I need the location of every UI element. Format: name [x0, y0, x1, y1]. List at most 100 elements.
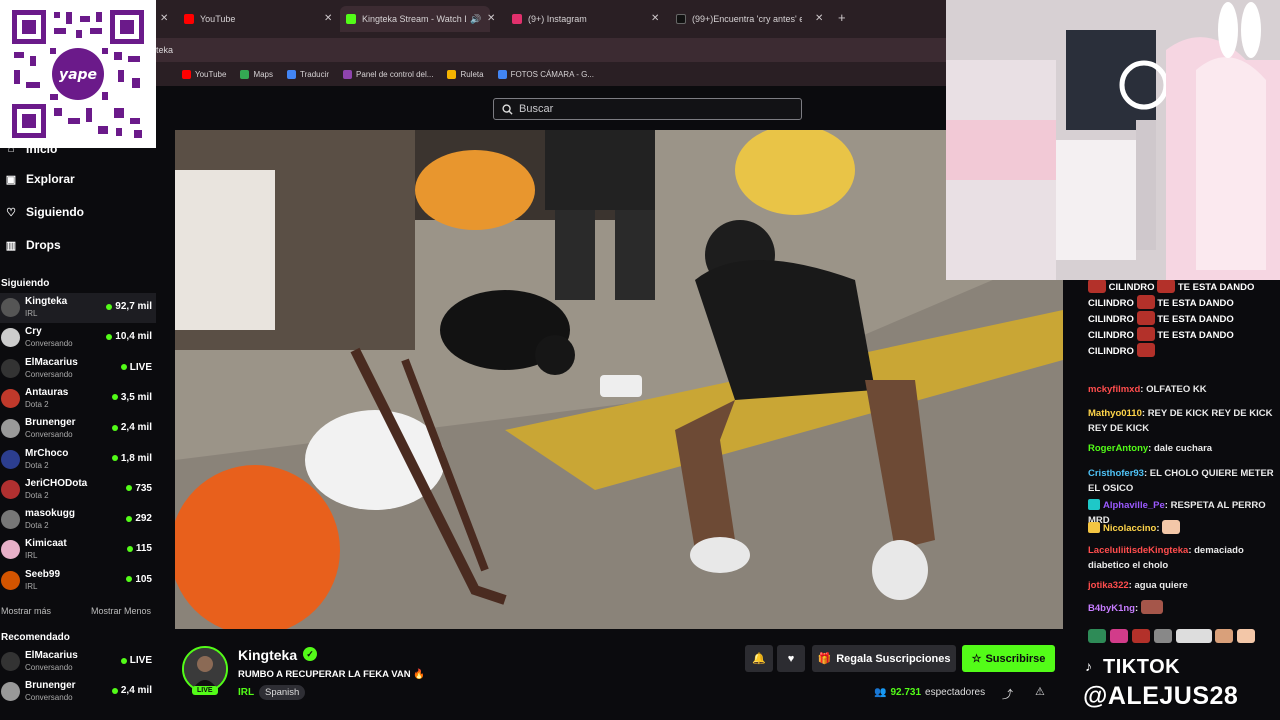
chat-username[interactable]: LaceluliitisdeKingteka — [1088, 545, 1188, 556]
channel-avatar — [1, 449, 20, 469]
chat-message: mckyfilmxd: OLFATEO KK — [1088, 382, 1280, 397]
tab-youtube[interactable]: YouTube — [184, 6, 324, 32]
tab-close-icon[interactable]: ✕ — [160, 13, 168, 24]
channel-name: ElMacarius — [25, 650, 78, 661]
bookmark-youtube[interactable]: YouTube — [182, 69, 226, 79]
chat-username[interactable]: jotika322 — [1088, 580, 1129, 591]
address-bar[interactable]: teka — [156, 38, 946, 62]
report-icon[interactable]: ⚠ — [1035, 685, 1045, 698]
channel-name: Brunenger — [25, 680, 76, 692]
channel-row-brunenger[interactable]: Brunenger Conversando 2,4 mil — [0, 414, 156, 444]
bookmark-traducir[interactable]: Traducir — [287, 69, 329, 79]
channel-viewers: 105 — [126, 574, 152, 585]
channel-viewers: 115 — [126, 543, 152, 554]
channel-row-jerichodota[interactable]: JeriCHODota Dota 2 735 — [0, 475, 156, 505]
channel-name: Cry — [25, 326, 42, 338]
tab-close-icon[interactable]: ✕ — [324, 13, 332, 24]
channel-avatar — [1, 682, 20, 702]
search-input[interactable] — [519, 103, 779, 115]
chat-username[interactable]: Nicolaccino — [1103, 523, 1156, 534]
chat-username[interactable]: Alphaville_Pe — [1103, 500, 1165, 511]
chat-message: Cristhofer93: EL CHOLO QUIERE METER EL O… — [1088, 466, 1280, 496]
instagram-favicon-icon — [512, 14, 522, 24]
tab-instagram[interactable]: (9+) Instagram — [512, 6, 652, 32]
nav-explorar[interactable]: ▣ Explorar — [4, 172, 75, 186]
channel-row-antauras[interactable]: Antauras Dota 2 3,5 mil — [0, 384, 156, 414]
live-dot-icon — [126, 485, 133, 492]
search-bar[interactable] — [493, 98, 802, 120]
chat-username[interactable]: Mathyo0110 — [1088, 408, 1142, 419]
channel-row-kingteka[interactable]: Kingteka IRL 92,7 mil — [0, 293, 156, 323]
channel-viewers: 292 — [126, 513, 152, 524]
button-label: Regala Suscripciones — [836, 652, 951, 665]
chat-username[interactable]: B4byK1ng — [1088, 603, 1135, 614]
chat-username[interactable]: Cristhofer93 — [1088, 468, 1144, 479]
emote-icon — [1140, 600, 1163, 614]
channel-name: Seeb99 — [25, 568, 61, 580]
nav-siguiendo[interactable]: ♡ Siguiendo — [4, 205, 84, 219]
tab-title: Kingteka Stream - Watch Li... — [362, 14, 466, 24]
emote-icon — [1088, 280, 1106, 293]
address-text: teka — [156, 45, 174, 55]
chat-text: CILINDRO — [1108, 282, 1155, 293]
notification-button[interactable]: 🔔 — [745, 645, 773, 672]
bell-icon: 🔔 — [752, 653, 766, 665]
viewer-count-text: 1,8 mil — [120, 452, 152, 464]
viewer-number: 92.731 — [890, 687, 922, 698]
share-icon[interactable]: ⤴ — [1002, 686, 1013, 702]
channel-name: Kingteka — [25, 296, 68, 307]
bookmark-panel[interactable]: Panel de control del... — [343, 69, 434, 79]
channel-name: masokugg — [25, 508, 76, 520]
chat-message: LaceluliitisdeKingteka: demaciado diabet… — [1088, 543, 1280, 573]
channel-category: IRL — [25, 551, 38, 561]
channel-avatar — [1, 652, 20, 671]
new-tab-icon[interactable]: + — [838, 10, 846, 25]
bookmark-ruleta[interactable]: Ruleta — [447, 69, 484, 79]
chat-username[interactable]: RogerAntony — [1088, 443, 1148, 454]
button-label: Suscribirse — [985, 652, 1046, 665]
show-less-link[interactable]: Mostrar Menos — [91, 606, 151, 616]
subscribe-button[interactable]: ☆ Suscribirse — [962, 645, 1055, 672]
viewer-count-text: 10,4 mil — [115, 331, 152, 343]
tiktok-handle: @ALEJUS28 — [1083, 682, 1239, 710]
tab-kingteka[interactable]: Kingteka Stream - Watch Li... 🔊 — [340, 6, 490, 32]
show-more-link[interactable]: Mostrar más — [1, 606, 51, 616]
channel-row-mrchoco[interactable]: MrChoco Dota 2 1,8 mil — [0, 445, 156, 475]
chat-message: B4byK1ng: — [1088, 600, 1280, 616]
channel-row-elmacarius[interactable]: ElMacarius Conversando LIVE — [0, 647, 156, 677]
tab-close-icon[interactable]: ✕ — [487, 13, 495, 24]
tab-close-icon[interactable]: ✕ — [651, 13, 659, 24]
channel-row-cry[interactable]: Cry Conversando 10,4 mil — [0, 323, 156, 353]
channel-row-elmacarius[interactable]: ElMacarius Conversando LIVE — [0, 354, 156, 384]
follow-button[interactable]: ♥ — [777, 645, 805, 672]
channel-viewers: 2,4 mil — [111, 685, 152, 696]
speaker-icon[interactable]: 🔊 — [470, 14, 481, 25]
streamer-name[interactable]: Kingteka — [238, 647, 297, 663]
channel-row-kimicaat[interactable]: Kimicaat IRL 115 — [0, 535, 156, 565]
video-player[interactable] — [175, 130, 1063, 629]
tab-title: YouTube — [200, 14, 236, 24]
tab-tiktok[interactable]: (99+)Encuentra 'cry antes' en T... — [676, 6, 806, 32]
gift-subscriptions-button[interactable]: 🎁 Regala Suscripciones — [812, 645, 956, 672]
tab-close-icon[interactable]: ✕ — [815, 13, 823, 24]
bookmark-maps[interactable]: Maps — [240, 69, 273, 79]
nav-inicio[interactable]: ⌂ Inicio — [4, 142, 58, 156]
channel-row-seeb99[interactable]: Seeb99 IRL 105 — [0, 566, 156, 596]
language-tag[interactable]: Spanish — [259, 685, 306, 700]
bookmark-label: FOTOS CÁMARA - G... — [510, 69, 594, 79]
viewers-icon: 👥 — [874, 687, 887, 698]
chat-message: jotika322: agua quiere — [1088, 578, 1280, 593]
channel-name: MrChoco — [25, 447, 69, 459]
recommended-section-title: Recomendado — [1, 632, 70, 643]
channel-avatar — [1, 570, 20, 590]
chat-username[interactable]: mckyfilmxd — [1088, 384, 1140, 395]
channel-row-brunenger[interactable]: Brunenger Conversando 2,4 mil — [0, 677, 156, 707]
avatar-image — [184, 648, 226, 690]
bookmark-fotos[interactable]: FOTOS CÁMARA - G... — [497, 69, 594, 79]
yape-logo-text: yape — [59, 67, 97, 83]
channel-row-masokugg[interactable]: masokugg Dota 2 292 — [0, 505, 156, 535]
nav-drops[interactable]: ▥ Drops — [4, 238, 61, 252]
stream-category[interactable]: IRL — [238, 687, 254, 698]
channel-category: IRL — [25, 309, 38, 318]
bookmark-label: Panel de control del... — [356, 69, 434, 79]
